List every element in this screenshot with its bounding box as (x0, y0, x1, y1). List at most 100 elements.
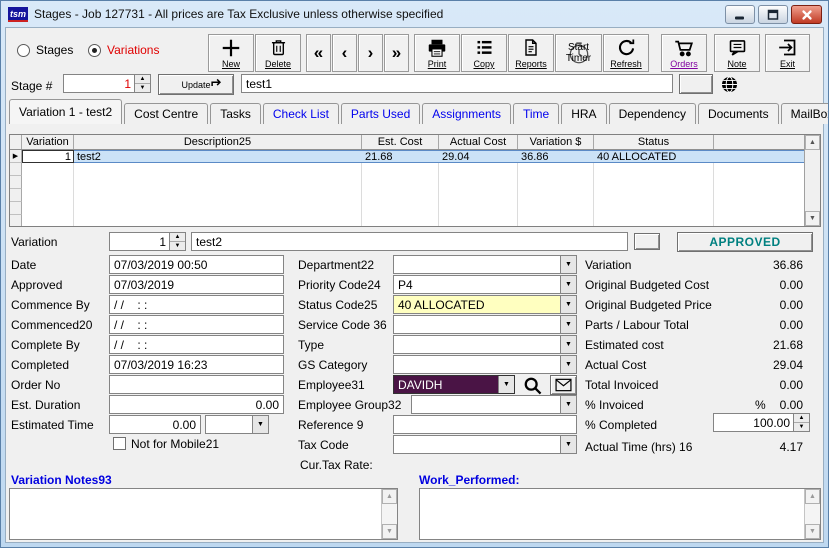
variation-number-stepper[interactable]: 1 ▲▼ (109, 232, 186, 251)
note-button[interactable]: Note (714, 34, 760, 72)
service-code-select[interactable]: ▼ (393, 315, 577, 334)
reference-field[interactable] (393, 415, 577, 434)
maximize-button[interactable] (758, 5, 788, 24)
nav-last-button[interactable]: » (384, 34, 409, 72)
grid-empty-row[interactable] (10, 215, 804, 226)
approved-button[interactable]: APPROVED (677, 232, 813, 252)
commence-by-field[interactable]: / / : : (109, 295, 284, 314)
estimated-time-unit-select[interactable]: ▼ (205, 415, 269, 434)
grid-row-selected[interactable]: ▶ 1 test2 21.68 29.04 36.86 40 ALLOCATED (10, 150, 804, 163)
employee-group-select[interactable]: ▼ (411, 395, 577, 414)
tab-time[interactable]: Time (513, 103, 559, 124)
tab-assignments[interactable]: Assignments (422, 103, 511, 124)
stages-radio[interactable]: Stages (17, 43, 73, 57)
grid-header-variation[interactable]: Variation (22, 135, 74, 149)
nav-next-button[interactable]: › (358, 34, 383, 72)
grid-cell-variation-amount[interactable]: 36.86 (518, 150, 594, 163)
grid-scrollbar[interactable]: ▲ ▼ (804, 135, 820, 226)
tab-cost-centre[interactable]: Cost Centre (124, 103, 208, 124)
employee-select[interactable]: DAVIDH▼ (393, 375, 515, 394)
tab-tasks[interactable]: Tasks (210, 103, 261, 124)
grid-cell-variation[interactable]: 1 (22, 150, 74, 163)
order-no-field[interactable] (109, 375, 284, 394)
summary-parts-labour-value: 0.00 (663, 318, 803, 332)
variation-notes-textarea[interactable]: ▲ ▼ (9, 488, 398, 540)
tab-check-list[interactable]: Check List (263, 103, 339, 124)
tab-hra[interactable]: HRA (561, 103, 606, 124)
priority-code-select[interactable]: P4▼ (393, 275, 577, 294)
refresh-button[interactable]: Refresh (603, 34, 649, 72)
minimize-button[interactable] (725, 5, 755, 24)
work-performed-textarea[interactable]: ▲ ▼ (419, 488, 821, 540)
commenced-field[interactable]: / / : : (109, 315, 284, 334)
scrollbar-down-icon[interactable]: ▼ (805, 211, 820, 226)
grid-cell-description[interactable]: test2 (74, 150, 362, 163)
department-select[interactable]: ▼ (393, 255, 577, 274)
spin-up-icon[interactable]: ▲ (135, 75, 150, 84)
grid-header-variation-amount[interactable]: Variation $ (518, 135, 594, 149)
nav-prev-button[interactable]: ‹ (332, 34, 357, 72)
scrollbar-up-icon[interactable]: ▲ (382, 489, 397, 504)
scrollbar-down-icon[interactable]: ▼ (382, 524, 397, 539)
tab-documents[interactable]: Documents (698, 103, 779, 124)
orders-button[interactable]: Orders (661, 34, 707, 72)
stage-extra-button[interactable] (679, 74, 713, 94)
notes-scrollbar[interactable]: ▲ ▼ (804, 489, 820, 539)
variation-name-input[interactable]: test2 (191, 232, 628, 251)
spin-up-icon[interactable]: ▲ (170, 233, 185, 242)
print-button[interactable]: Print (414, 34, 460, 72)
stage-name-input[interactable]: test1 (241, 74, 673, 93)
tab-mailbox[interactable]: MailBox (781, 103, 829, 124)
email-button[interactable] (550, 375, 577, 395)
reports-button[interactable]: Reports (508, 34, 554, 72)
estimated-time-field[interactable]: 0.00 (109, 415, 201, 434)
gs-category-select[interactable]: ▼ (393, 355, 577, 374)
date-field[interactable]: 07/03/2019 00:50 (109, 255, 284, 274)
new-button[interactable]: New (208, 34, 254, 72)
grid-empty-row[interactable] (10, 176, 804, 189)
tax-code-select[interactable]: ▼ (393, 435, 577, 454)
spin-down-icon[interactable]: ▼ (794, 423, 809, 431)
close-button[interactable] (791, 5, 822, 24)
approved-field[interactable]: 07/03/2019 (109, 275, 284, 294)
pct-completed-stepper[interactable]: 100.00 ▲▼ (713, 413, 810, 432)
grid-header-status[interactable]: Status (594, 135, 714, 149)
not-for-mobile-checkbox[interactable] (113, 437, 126, 450)
grid-cell-status[interactable]: 40 ALLOCATED (594, 150, 714, 163)
nav-first-button[interactable]: « (306, 34, 331, 72)
type-select[interactable]: ▼ (393, 335, 577, 354)
status-code-select[interactable]: 40 ALLOCATED▼ (393, 295, 577, 314)
variations-radio[interactable]: Variations (88, 43, 159, 57)
search-icon[interactable] (520, 373, 545, 397)
spin-down-icon[interactable]: ▼ (170, 242, 185, 250)
grid-header-description[interactable]: Description25 (74, 135, 362, 149)
spin-down-icon[interactable]: ▼ (135, 84, 150, 92)
scrollbar-down-icon[interactable]: ▼ (805, 524, 820, 539)
start-timer-button[interactable]: Start Timer (555, 34, 602, 72)
grid-empty-row[interactable] (10, 202, 804, 215)
grid-cell-actual-cost[interactable]: 29.04 (439, 150, 518, 163)
exit-button[interactable]: Exit (765, 34, 810, 72)
cur-tax-rate-label: Cur.Tax Rate: (300, 458, 373, 472)
grid-empty-row[interactable] (10, 189, 804, 202)
delete-button[interactable]: Delete (255, 34, 301, 72)
grid-empty-row[interactable] (10, 163, 804, 176)
copy-button[interactable]: Copy (461, 34, 507, 72)
scrollbar-up-icon[interactable]: ▲ (805, 489, 820, 504)
globe-icon[interactable] (718, 73, 740, 95)
complete-by-field[interactable]: / / : : (109, 335, 284, 354)
est-duration-field[interactable]: 0.00 (109, 395, 284, 414)
tab-variation-1[interactable]: Variation 1 - test2 (9, 99, 122, 124)
scrollbar-up-icon[interactable]: ▲ (805, 135, 820, 150)
update-button[interactable]: Update (158, 74, 234, 95)
grid-header-est-cost[interactable]: Est. Cost (362, 135, 439, 149)
stage-number-stepper[interactable]: 1 ▲▼ (63, 74, 151, 93)
completed-field[interactable]: 07/03/2019 16:23 (109, 355, 284, 374)
variation-extra-button[interactable] (634, 233, 660, 250)
tab-parts-used[interactable]: Parts Used (341, 103, 420, 124)
grid-header-actual-cost[interactable]: Actual Cost (439, 135, 518, 149)
tab-dependency[interactable]: Dependency (609, 103, 696, 124)
notes-scrollbar[interactable]: ▲ ▼ (381, 489, 397, 539)
spin-up-icon[interactable]: ▲ (794, 414, 809, 423)
grid-cell-est-cost[interactable]: 21.68 (362, 150, 439, 163)
